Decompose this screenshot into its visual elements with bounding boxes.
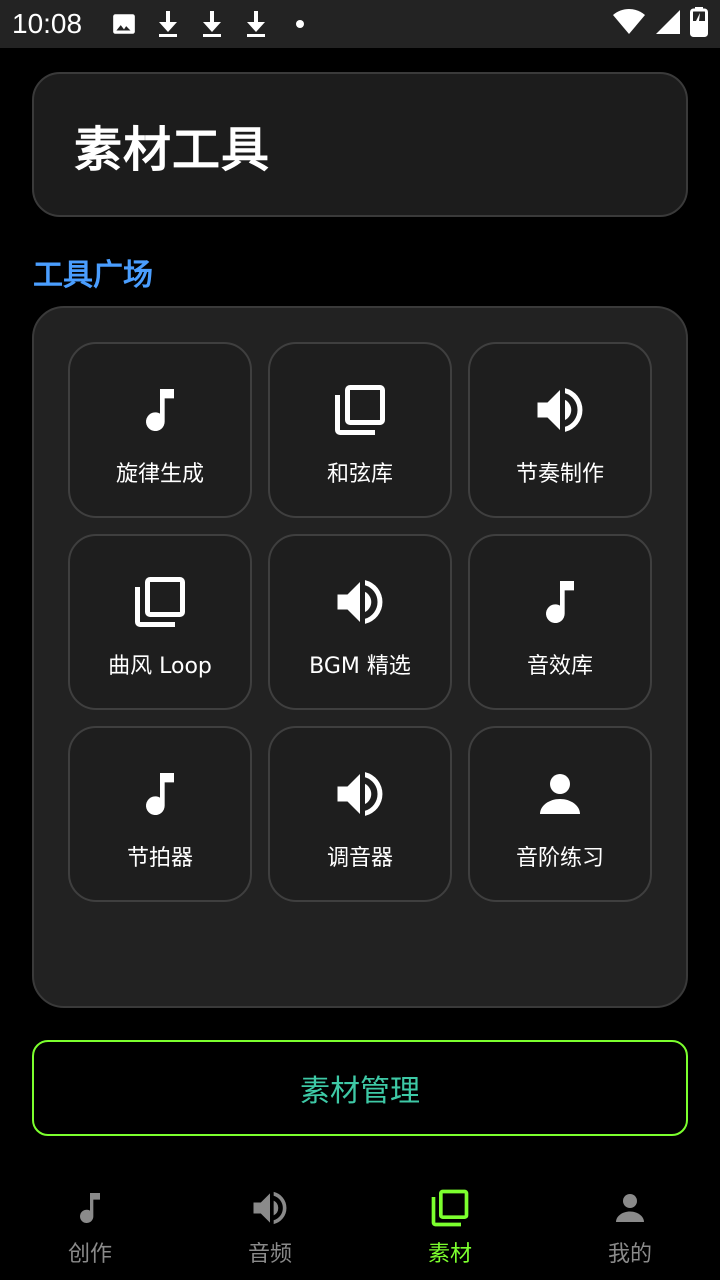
nav-label: 素材 [427,1242,472,1267]
nav-item-audio[interactable]: 音频 [180,1170,360,1280]
tool-melody[interactable]: 旋律生成 [68,342,252,518]
tool-bgm[interactable]: BGM 精选 [268,534,452,710]
tool-rhythm[interactable]: 节奏制作 [468,342,652,518]
tool-label: 节奏制作 [515,462,604,487]
tool-label: 调音器 [326,846,393,871]
person-icon [606,1184,654,1232]
dot-icon [278,0,322,48]
music-note-icon [528,570,592,634]
download-icon [234,0,278,48]
manage-label: 素材管理 [300,1074,420,1109]
status-bar: 10:08 [0,0,720,48]
status-time: 10:08 [12,8,83,39]
nav-label: 音频 [247,1242,292,1267]
library-icon [128,570,192,634]
tool-sfx-library[interactable]: 音效库 [468,534,652,710]
tool-label: 音阶练习 [515,846,604,871]
status-right-icons [612,7,708,41]
person-icon [528,762,592,826]
library-icon [328,378,392,442]
tool-genre-loop[interactable]: 曲风 Loop [68,534,252,710]
section-label: 工具广场 [33,258,153,293]
signal-icon [654,8,682,40]
bottom-nav: 创作 音频 素材 我的 [0,1170,720,1280]
speaker-icon [246,1184,294,1232]
speaker-icon [528,378,592,442]
music-note-icon [128,762,192,826]
download-icon [190,0,234,48]
tool-scale-practice[interactable]: 音阶练习 [468,726,652,902]
nav-label: 创作 [67,1242,112,1267]
tool-tuner[interactable]: 调音器 [268,726,452,902]
speaker-icon [328,570,392,634]
tool-chord-library[interactable]: 和弦库 [268,342,452,518]
library-icon [426,1184,474,1232]
tool-metronome[interactable]: 节拍器 [68,726,252,902]
tool-label: 音效库 [526,654,593,679]
tools-panel: 旋律生成 和弦库 节奏制作 曲风 Loop BGM 精选 音效库 节拍器 调音器… [32,306,688,1008]
battery-charging-icon [690,7,708,41]
nav-item-profile[interactable]: 我的 [540,1170,720,1280]
nav-item-materials[interactable]: 素材 [360,1170,540,1280]
tool-grid: 旋律生成 和弦库 节奏制作 曲风 Loop BGM 精选 音效库 节拍器 调音器… [68,342,652,902]
tool-label: BGM 精选 [309,654,411,679]
tool-label: 旋律生成 [115,462,204,487]
image-icon [102,0,146,48]
header-card: 素材工具 [32,72,688,217]
music-note-icon [66,1184,114,1232]
nav-label: 我的 [607,1242,652,1267]
tool-label: 曲风 Loop [108,654,212,679]
download-icon [146,0,190,48]
speaker-icon [328,762,392,826]
tool-label: 节拍器 [126,846,193,871]
wifi-icon [612,8,646,40]
nav-item-create[interactable]: 创作 [0,1170,180,1280]
page-title: 素材工具 [74,121,271,178]
music-note-icon [128,378,192,442]
material-manage-button[interactable]: 素材管理 [32,1040,688,1136]
tool-label: 和弦库 [326,462,393,487]
